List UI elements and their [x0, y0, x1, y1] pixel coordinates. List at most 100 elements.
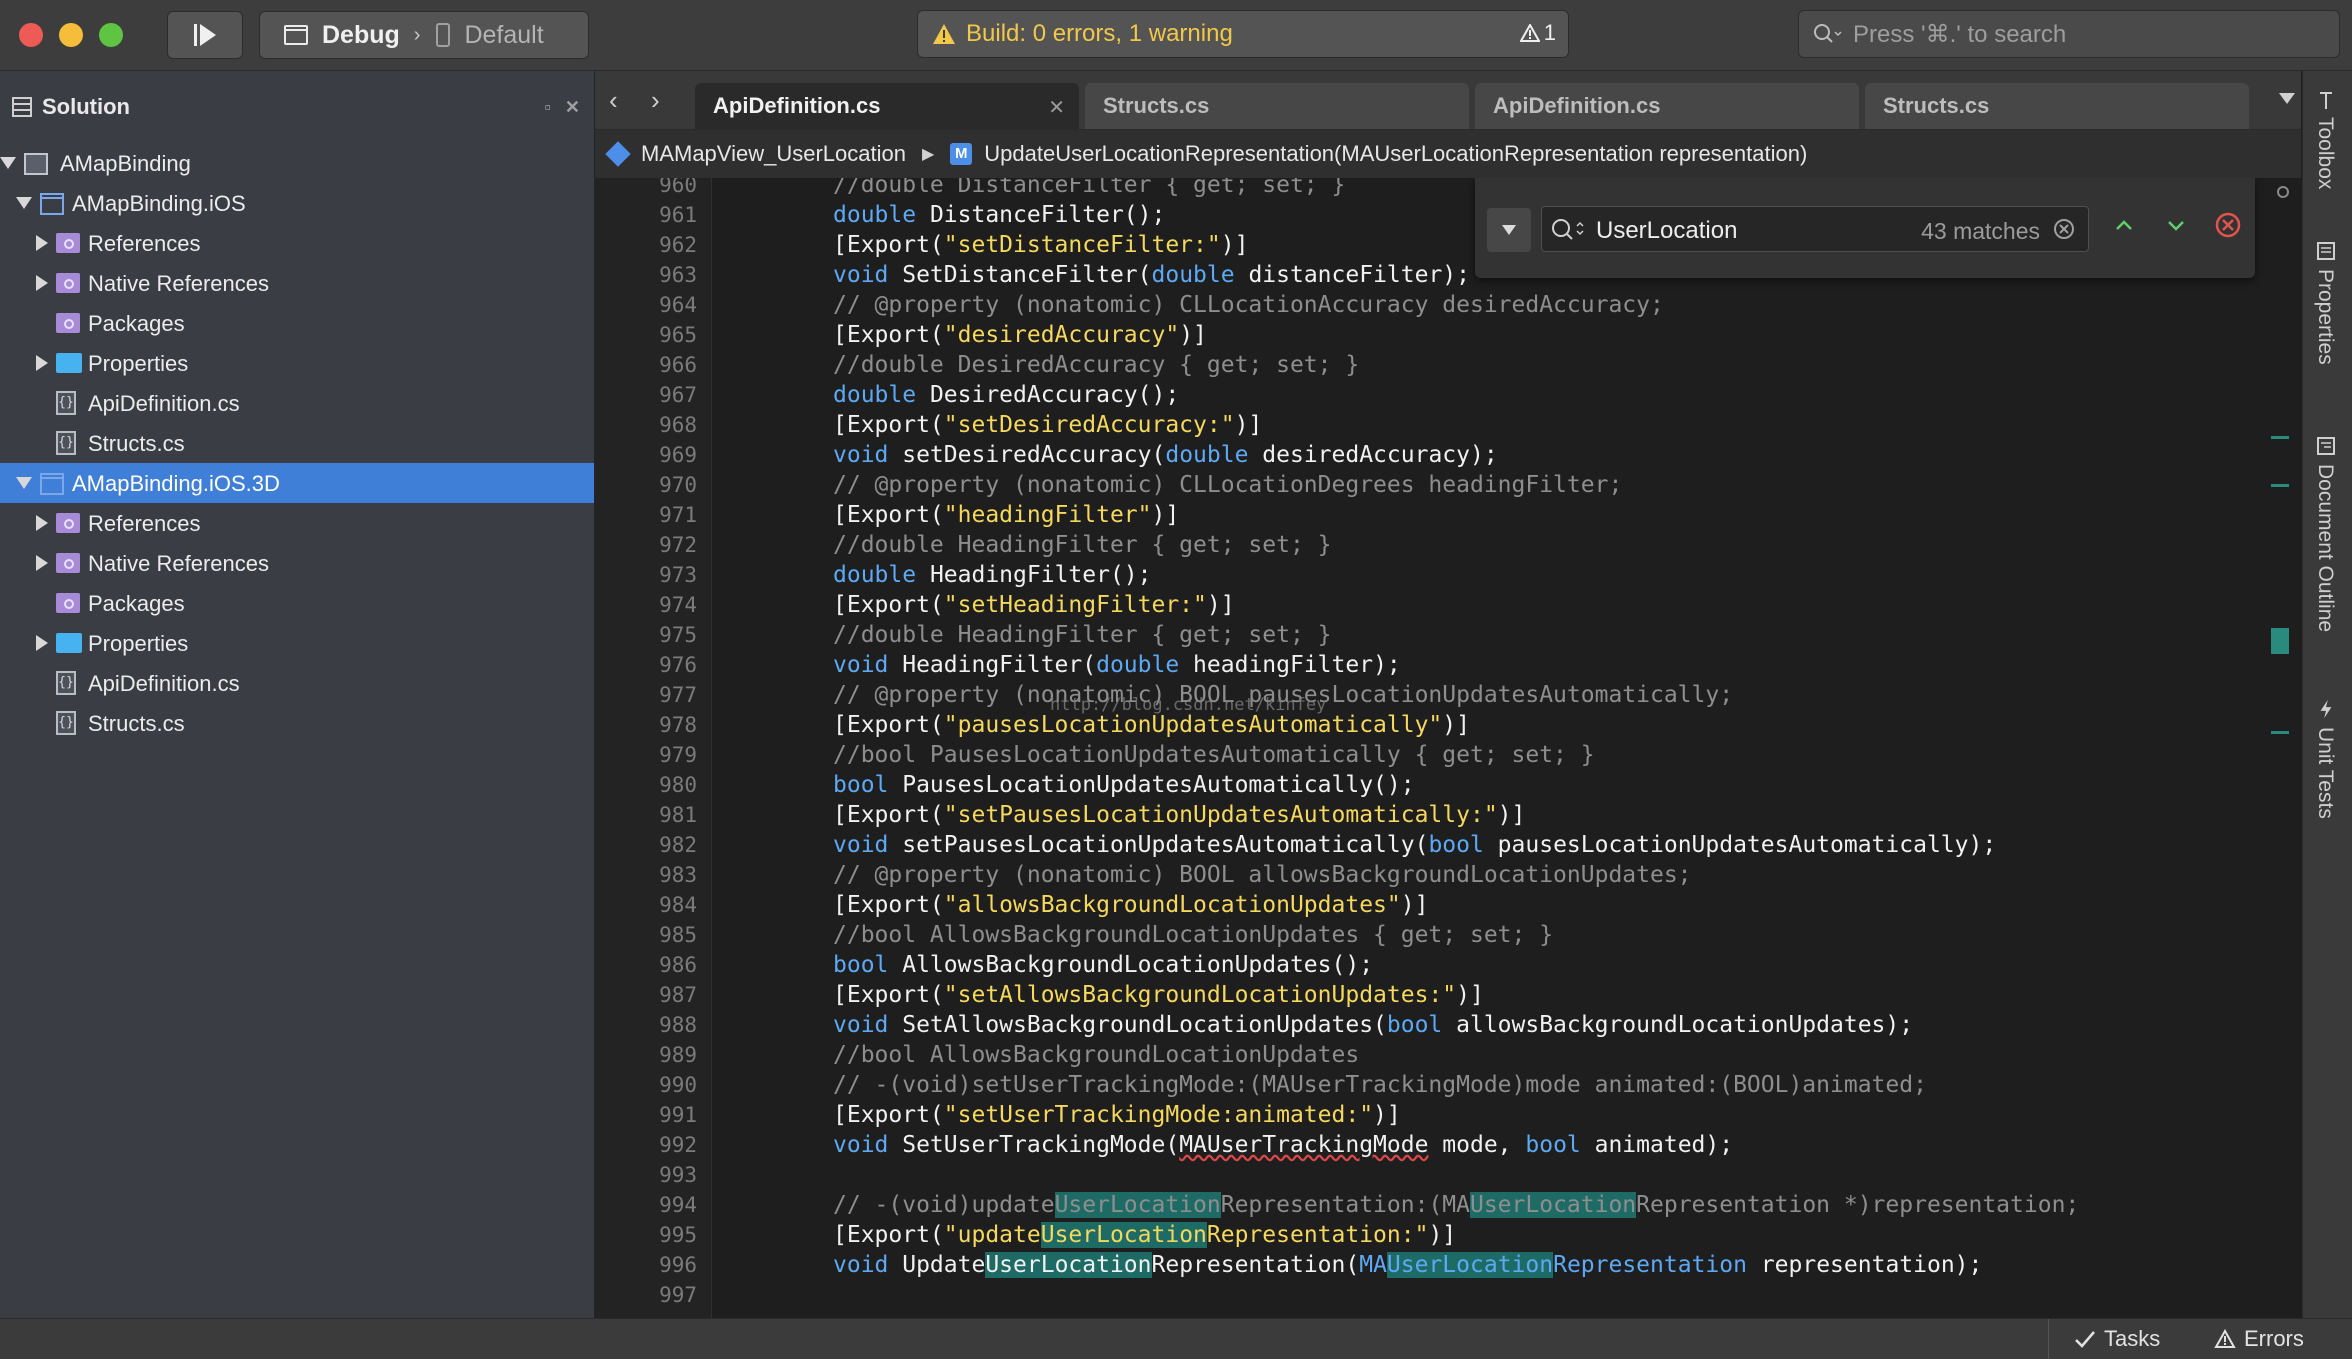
- tree-item-cs[interactable]: {} ApiDefinition.cs: [0, 383, 594, 423]
- tree-item-cs[interactable]: {} Structs.cs: [0, 703, 594, 743]
- tree-item-reference[interactable]: References: [0, 223, 594, 263]
- code-token: void: [833, 442, 889, 468]
- overview-match-mark[interactable]: [2271, 484, 2289, 487]
- tree-item-label: Structs.cs: [88, 431, 185, 456]
- code-line: 971 [Export("headingFilter")]: [595, 500, 2301, 530]
- code-token: "setHeadingFilter:": [943, 592, 1207, 618]
- tasks-button[interactable]: Tasks: [2074, 1319, 2160, 1359]
- clear-search-icon[interactable]: [2052, 217, 2076, 241]
- breadcrumb-class[interactable]: MAMapView_UserLocation: [641, 141, 906, 167]
- code-text: [Export("headingFilter")]: [833, 500, 1179, 530]
- tree-item-project[interactable]: AMapBinding.iOS: [0, 183, 594, 223]
- line-number: 974: [659, 593, 697, 617]
- tree-item-cs[interactable]: {} ApiDefinition.cs: [0, 663, 594, 703]
- code-area[interactable]: 960 //double DistanceFilter { get; set; }…: [595, 178, 2301, 1318]
- solution-pad-icon: [12, 97, 32, 117]
- code-line: 969 void setDesiredAccuracy(double desire…: [595, 440, 2301, 470]
- code-text: bool PausesLocationUpdatesAutomatically(…: [833, 770, 1415, 800]
- tree-item-reference[interactable]: References: [0, 503, 594, 543]
- errors-button[interactable]: Errors: [2214, 1319, 2304, 1359]
- code-line: 979 //bool PausesLocationUpdatesAutomatic…: [595, 740, 2301, 770]
- tree-item-folder[interactable]: Properties: [0, 623, 594, 663]
- warning-count-value: 1: [1543, 20, 1556, 45]
- maximize-pad-icon[interactable]: ▫: [545, 97, 551, 118]
- code-token: DesiredAccuracy();: [916, 382, 1180, 408]
- find-next-icon[interactable]: [2163, 212, 2189, 238]
- close-tab-icon[interactable]: ✕: [1048, 95, 1065, 120]
- build-status[interactable]: Build: 0 errors, 1 warning 1: [917, 10, 1569, 58]
- overview-ruler[interactable]: [2267, 178, 2301, 1318]
- overview-match-mark[interactable]: [2271, 436, 2289, 439]
- tree-item-reference[interactable]: Packages: [0, 303, 594, 343]
- code-text: double DistanceFilter();: [833, 200, 1165, 230]
- tab-overflow-icon[interactable]: [2279, 93, 2295, 104]
- disclosure-closed-icon[interactable]: [36, 635, 48, 651]
- disclosure-closed-icon[interactable]: [36, 275, 48, 291]
- warning-icon: [933, 24, 955, 44]
- code-text: //bool AllowsBackgroundLocationUpdates: [833, 1040, 1359, 1070]
- configuration-label: Debug: [322, 20, 400, 49]
- code-token: "update: [943, 1222, 1041, 1248]
- line-number: 983: [659, 863, 697, 887]
- tab-structs-cs[interactable]: Structs.cs: [1085, 83, 1469, 129]
- reference-icon: [56, 593, 80, 613]
- overview-match-mark[interactable]: [2271, 628, 2289, 654]
- tab-structs-cs-2[interactable]: Structs.cs: [1865, 83, 2249, 129]
- overview-match-mark[interactable]: [2271, 731, 2289, 734]
- navigate-forward-icon[interactable]: ›: [651, 85, 660, 116]
- disclosure-open-icon[interactable]: [16, 197, 32, 209]
- tree-item-reference[interactable]: Packages: [0, 583, 594, 623]
- code-text: [Export("setAllowsBackgroundLocationUpda…: [833, 980, 1484, 1010]
- disclosure-closed-icon[interactable]: [36, 355, 48, 371]
- code-token: //double HeadingFilter { get; set; }: [833, 622, 1332, 648]
- find-match-count: 43 matches: [1921, 218, 2040, 244]
- line-number: 964: [659, 293, 697, 317]
- close-pad-icon[interactable]: ✕: [565, 97, 580, 118]
- code-token: SetUserTrackingMode(: [888, 1132, 1180, 1158]
- code-line: 977// @property (nonatomic) BOOL pausesL…: [595, 680, 2301, 710]
- disclosure-closed-icon[interactable]: [36, 235, 48, 251]
- breadcrumb: MAMapView_UserLocation ▶ M UpdateUserLoc…: [595, 130, 2301, 178]
- disclosure-open-icon[interactable]: [0, 157, 16, 169]
- navigate-back-icon[interactable]: ‹: [609, 85, 618, 116]
- line-number: 970: [659, 473, 697, 497]
- configuration-selector[interactable]: Debug › Default: [259, 11, 589, 59]
- find-previous-icon[interactable]: [2111, 212, 2137, 238]
- zoom-window-button[interactable]: [99, 23, 123, 47]
- breadcrumb-method[interactable]: UpdateUserLocationRepresentation(MAUserL…: [984, 141, 1807, 167]
- disclosure-closed-icon[interactable]: [36, 515, 48, 531]
- close-find-icon[interactable]: [2213, 210, 2243, 240]
- disclosure-closed-icon[interactable]: [36, 555, 48, 571]
- line-number: 965: [659, 323, 697, 347]
- global-search-input[interactable]: Press '⌘.' to search: [1798, 10, 2340, 58]
- tab-apidefinition-cs-2[interactable]: ApiDefinition.cs: [1475, 83, 1859, 129]
- minimize-window-button[interactable]: [59, 23, 83, 47]
- reference-icon: [56, 313, 80, 333]
- warning-count[interactable]: 1: [1519, 20, 1556, 46]
- run-button[interactable]: [167, 11, 243, 59]
- code-token: )]: [1179, 322, 1207, 348]
- close-window-button[interactable]: [19, 23, 43, 47]
- tree-item-label: Properties: [88, 351, 189, 376]
- code-token: [Export(: [833, 502, 944, 528]
- find-replace-toggle[interactable]: [1487, 208, 1531, 252]
- tree-item-project[interactable]: AMapBinding.iOS.3D: [0, 463, 594, 503]
- disclosure-open-icon[interactable]: [16, 477, 32, 489]
- line-number: 989: [659, 1043, 697, 1067]
- tree-item-reference[interactable]: Native References: [0, 543, 594, 583]
- code-token: //double HeadingFilter { get; set; }: [833, 532, 1332, 558]
- tab-apidefinition-cs[interactable]: ApiDefinition.cs ✕: [695, 83, 1079, 129]
- tree-item-folder[interactable]: Properties: [0, 343, 594, 383]
- document-tab-bar: ‹ › ApiDefinition.cs ✕ Structs.cs ApiDef…: [595, 71, 2301, 130]
- code-token: )]: [1373, 1102, 1401, 1128]
- project-icon: [40, 473, 64, 495]
- tree-item-solution[interactable]: AMapBinding: [0, 143, 594, 183]
- code-text: double DesiredAccuracy();: [833, 380, 1179, 410]
- tree-item-reference[interactable]: Native References: [0, 263, 594, 303]
- code-line: 994// -(void)updateUserLocationRepresent…: [595, 1190, 2301, 1220]
- find-input[interactable]: UserLocation 43 matches: [1541, 206, 2089, 252]
- code-token: void: [833, 1012, 889, 1038]
- tree-item-cs[interactable]: {} Structs.cs: [0, 423, 594, 463]
- tree-item-label: AMapBinding: [60, 151, 191, 176]
- reference-icon: [56, 273, 80, 293]
